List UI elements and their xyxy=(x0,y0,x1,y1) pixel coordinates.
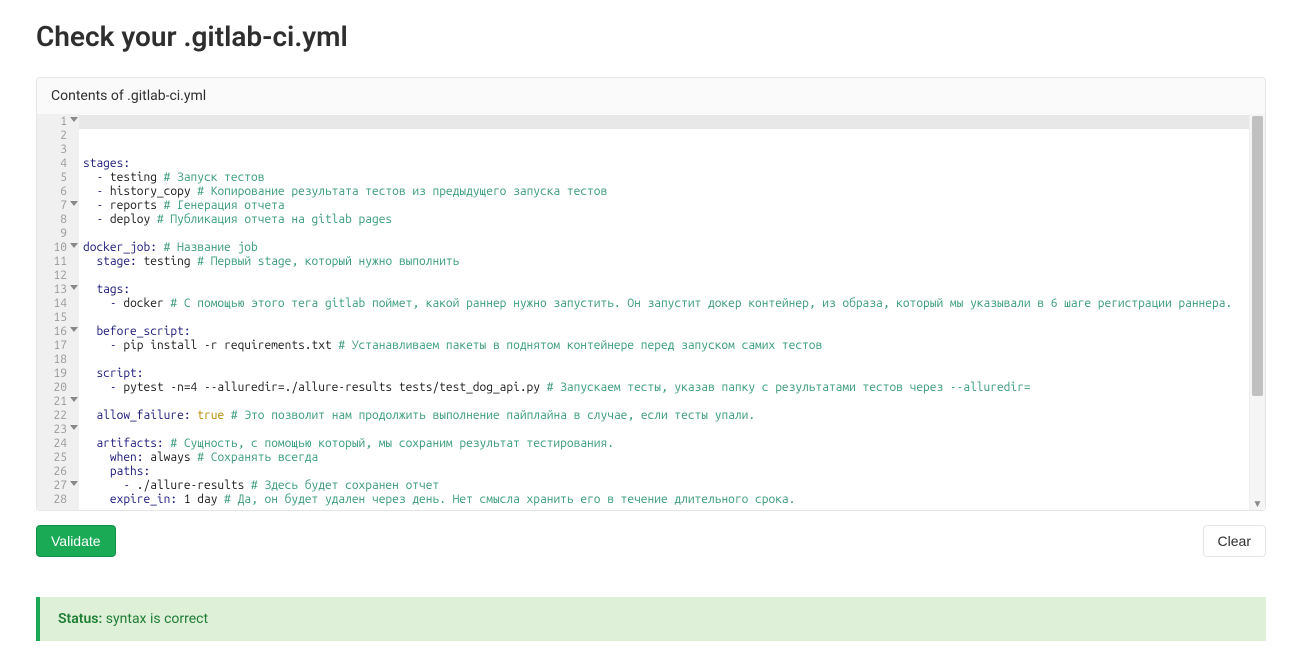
code-line[interactable]: - reports # Генерация отчета xyxy=(83,199,1249,213)
code-line[interactable]: artifacts: # Сущность, с помощью который… xyxy=(83,437,1249,451)
page-title: Check your .gitlab-ci.yml xyxy=(36,20,1266,53)
gutter-line: 20 xyxy=(37,381,79,395)
code-line[interactable]: tags: xyxy=(83,283,1249,297)
code-line[interactable]: - pytest -n=4 --alluredir=./allure-resul… xyxy=(83,381,1249,395)
code-line[interactable] xyxy=(83,311,1249,325)
gutter-line: 27 xyxy=(37,479,79,493)
gutter-line: 2 xyxy=(37,129,79,143)
gutter-line: 6 xyxy=(37,185,79,199)
fold-icon[interactable] xyxy=(70,285,78,290)
code-line[interactable]: - deploy # Публикация отчета на gitlab p… xyxy=(83,213,1249,227)
fold-icon[interactable] xyxy=(70,481,78,486)
gutter-line: 25 xyxy=(37,451,79,465)
code-line[interactable]: - ./allure-results # Здесь будет сохране… xyxy=(83,479,1249,493)
gutter-line: 13 xyxy=(37,283,79,297)
actions-row: Validate Clear xyxy=(36,525,1266,557)
fold-icon[interactable] xyxy=(70,117,78,122)
gutter-line: 8 xyxy=(37,213,79,227)
gutter-line: 11 xyxy=(37,255,79,269)
code-line[interactable]: docker_job: # Название job xyxy=(83,241,1249,255)
code-line[interactable]: before_script: xyxy=(83,325,1249,339)
gutter-line: 10 xyxy=(37,241,79,255)
vertical-scrollbar[interactable]: ▲ ▼ xyxy=(1249,114,1265,510)
code-line[interactable]: when: always # Сохранять всегда xyxy=(83,451,1249,465)
code-line[interactable]: - history_copy # Копирование результата … xyxy=(83,185,1249,199)
gutter-line: 26 xyxy=(37,465,79,479)
code-line[interactable] xyxy=(83,507,1249,510)
code-area[interactable]: stages: - testing # Запуск тестов - hist… xyxy=(79,114,1249,510)
code-line[interactable] xyxy=(83,423,1249,437)
scroll-thumb[interactable] xyxy=(1252,116,1263,396)
gutter-line: 7 xyxy=(37,199,79,213)
gutter-line: 24 xyxy=(37,437,79,451)
code-line[interactable]: script: xyxy=(83,367,1249,381)
fold-icon[interactable] xyxy=(70,397,78,402)
code-line[interactable] xyxy=(83,353,1249,367)
gutter-line: 22 xyxy=(37,409,79,423)
line-gutter: 1234567891011121314151617181920212223242… xyxy=(37,114,79,510)
status-text: syntax is correct xyxy=(106,611,208,627)
fold-icon[interactable] xyxy=(70,425,78,430)
status-label: Status: xyxy=(58,611,102,627)
gutter-line: 15 xyxy=(37,311,79,325)
active-line-highlight xyxy=(79,115,1249,129)
status-banner: Status: syntax is correct xyxy=(36,597,1266,641)
code-line[interactable]: allow_failure: true # Это позволит нам п… xyxy=(83,409,1249,423)
gutter-line: 4 xyxy=(37,157,79,171)
code-line[interactable] xyxy=(83,269,1249,283)
gutter-line: 1 xyxy=(37,115,79,129)
code-line[interactable]: - docker # С помощью этого тега gitlab п… xyxy=(83,297,1249,311)
scroll-down-icon[interactable]: ▼ xyxy=(1250,499,1265,510)
code-line[interactable]: expire_in: 1 day # Да, он будет удален ч… xyxy=(83,493,1249,507)
code-line[interactable]: - pip install -r requirements.txt # Уста… xyxy=(83,339,1249,353)
gutter-line: 28 xyxy=(37,493,79,507)
gutter-line: 14 xyxy=(37,297,79,311)
clear-button[interactable]: Clear xyxy=(1203,525,1266,557)
panel-header: Contents of .gitlab-ci.yml xyxy=(37,78,1265,114)
code-line[interactable]: stage: testing # Первый stage, который н… xyxy=(83,255,1249,269)
fold-icon[interactable] xyxy=(70,243,78,248)
code-line[interactable]: - testing # Запуск тестов xyxy=(83,171,1249,185)
code-line[interactable]: stages: xyxy=(83,157,1249,171)
gutter-line: 17 xyxy=(37,339,79,353)
gutter-line: 21 xyxy=(37,395,79,409)
gutter-line: 5 xyxy=(37,171,79,185)
gutter-line: 12 xyxy=(37,269,79,283)
fold-icon[interactable] xyxy=(70,327,78,332)
gutter-line: 19 xyxy=(37,367,79,381)
validate-button[interactable]: Validate xyxy=(36,525,116,557)
gutter-line: 23 xyxy=(37,423,79,437)
lint-panel: Contents of .gitlab-ci.yml 1234567891011… xyxy=(36,77,1266,511)
fold-icon[interactable] xyxy=(70,201,78,206)
code-line[interactable]: paths: xyxy=(83,465,1249,479)
gutter-line: 18 xyxy=(37,353,79,367)
code-line[interactable] xyxy=(83,227,1249,241)
gutter-line: 3 xyxy=(37,143,79,157)
gutter-line: 16 xyxy=(37,325,79,339)
code-editor[interactable]: 1234567891011121314151617181920212223242… xyxy=(37,114,1265,510)
code-line[interactable] xyxy=(83,395,1249,409)
gutter-line: 9 xyxy=(37,227,79,241)
